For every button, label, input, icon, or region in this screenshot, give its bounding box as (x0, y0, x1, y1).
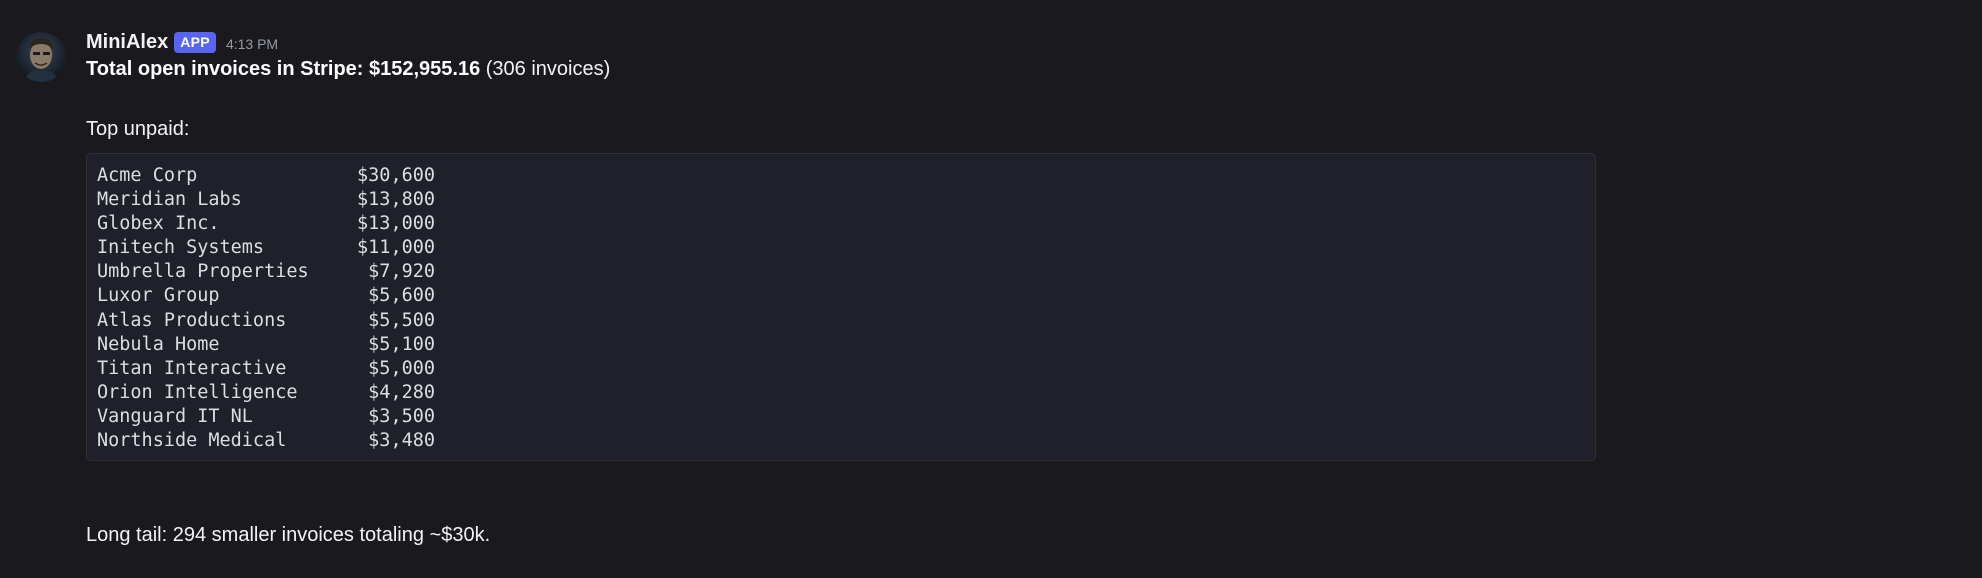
invoice-row: Northside Medical $3,480 (97, 429, 1585, 453)
invoice-amount: $3,480 (368, 430, 435, 452)
invoice-customer: Meridian Labs (97, 189, 242, 211)
invoice-row: Luxor Group $5,600 (97, 284, 1585, 308)
invoice-row: Acme Corp $30,600 (97, 164, 1585, 188)
invoice-row: Initech Systems $11,000 (97, 236, 1585, 260)
invoice-row: Vanguard IT NL $3,500 (97, 405, 1585, 429)
invoice-row: Orion Intelligence $4,280 (97, 381, 1585, 405)
invoice-amount: $11,000 (357, 237, 435, 259)
invoice-customer: Umbrella Properties (97, 261, 309, 283)
message-timestamp[interactable]: 4:13 PM (226, 36, 278, 52)
invoice-customer: Globex Inc. (97, 213, 220, 235)
invoice-amount: $5,000 (368, 357, 435, 379)
invoice-customer: Nebula Home (97, 333, 220, 355)
summary-total: Total open invoices in Stripe: $152,955.… (86, 58, 481, 80)
invoice-row: Globex Inc. $13,000 (97, 212, 1585, 236)
invoice-customer: Atlas Productions (97, 309, 287, 331)
avatar-image (16, 32, 66, 82)
invoice-amount: $5,100 (368, 333, 435, 355)
invoice-customer: Northside Medical (97, 430, 287, 452)
invoice-customer: Orion Intelligence (97, 381, 298, 403)
invoice-code-block: Acme Corp $30,600 Meridian Labs $13,800 Glob… (86, 153, 1596, 461)
chat-message: MiniAlex APP 4:13 PM Total open invoices… (0, 0, 1982, 578)
invoice-row: Umbrella Properties $7,920 (97, 260, 1585, 284)
summary-count: (306 invoices) (480, 58, 611, 80)
app-badge: APP (174, 31, 216, 53)
message-header: MiniAlex APP 4:13 PM (86, 28, 278, 56)
invoice-row: Titan Interactive $5,000 (97, 357, 1585, 381)
invoice-customer: Luxor Group (97, 285, 220, 307)
user-avatar[interactable] (16, 32, 66, 82)
invoice-row: Meridian Labs $13,800 (97, 188, 1585, 212)
username[interactable]: MiniAlex (86, 31, 168, 54)
summary-line: Total open invoices in Stripe: $152,955.… (86, 58, 610, 81)
invoice-amount: $5,500 (368, 309, 435, 331)
invoice-row: Atlas Productions $5,500 (97, 309, 1585, 333)
invoice-amount: $3,500 (368, 405, 435, 427)
invoice-amount: $13,000 (357, 213, 435, 235)
invoice-amount: $5,600 (368, 285, 435, 307)
invoice-customer: Vanguard IT NL (97, 405, 253, 427)
invoice-row: Nebula Home $5,100 (97, 333, 1585, 357)
invoice-amount: $4,280 (368, 381, 435, 403)
invoice-amount: $30,600 (357, 165, 435, 186)
invoice-amount: $13,800 (357, 189, 435, 211)
top-unpaid-label: Top unpaid: (86, 118, 190, 140)
invoice-customer: Titan Interactive (97, 357, 287, 379)
invoice-customer: Initech Systems (97, 237, 265, 259)
invoice-amount: $7,920 (368, 261, 435, 283)
invoice-customer: Acme Corp (97, 165, 198, 186)
long-tail-line: Long tail: 294 smaller invoices totaling… (86, 524, 491, 546)
